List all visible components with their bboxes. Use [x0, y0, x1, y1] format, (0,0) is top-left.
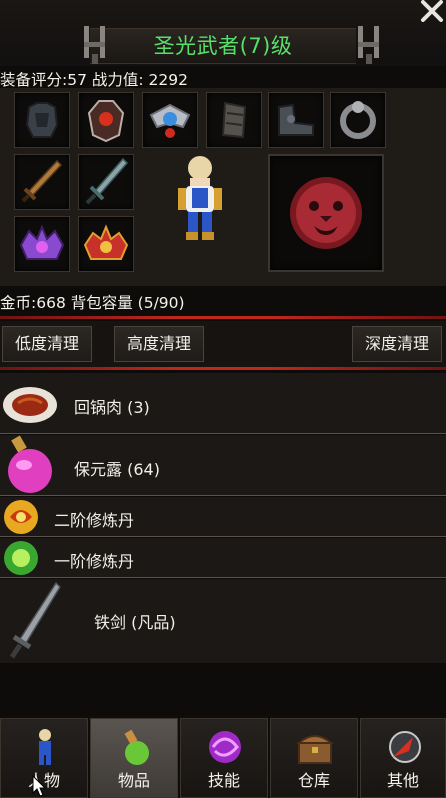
- item-name: 铁剑 (凡品): [94, 613, 176, 632]
- equip-slot-amulet[interactable]: [142, 92, 198, 148]
- tab-label: 其他: [386, 771, 419, 790]
- list-item[interactable]: 二阶修炼丹: [0, 497, 446, 537]
- red-crown-icon: [83, 224, 129, 260]
- equip-slot-helm-1[interactable]: [14, 216, 70, 272]
- list-item[interactable]: 保元露 (64): [0, 435, 446, 496]
- equip-slot-ring[interactable]: [330, 92, 386, 148]
- inventory-summary: 金币:668 背包容量 (5/90): [0, 294, 185, 312]
- list-item[interactable]: 铁剑 (凡品): [0, 579, 446, 663]
- item-name: 二阶修炼丹: [54, 511, 135, 530]
- tab-label: 技能: [207, 771, 240, 790]
- purple-crown-icon: [19, 224, 65, 260]
- ring-icon: [340, 101, 376, 139]
- equip-slot-chest[interactable]: [14, 92, 70, 148]
- steel-sword-icon: [85, 157, 129, 205]
- bronze-sword-icon: [21, 159, 63, 203]
- chest-armor-icon: [25, 102, 59, 138]
- green-pill-icon: [4, 541, 38, 575]
- boots-icon: [278, 103, 314, 136]
- tab-label: 仓库: [297, 771, 330, 790]
- divider: [0, 316, 446, 319]
- equip-slot-shoulder[interactable]: [78, 92, 134, 148]
- tab-storage[interactable]: 仓库: [270, 718, 358, 798]
- equip-slot-bracer[interactable]: [206, 92, 262, 148]
- bottom-tab-bar: 人物 物品 技能 仓库 其他: [0, 715, 446, 798]
- skill-orb-icon: [209, 731, 241, 763]
- low-clean-button[interactable]: 低度清理: [2, 326, 93, 362]
- bag-icon: [124, 729, 149, 765]
- list-item[interactable]: 回锅肉 (3): [0, 373, 446, 434]
- deep-clean-button[interactable]: 深度清理: [352, 326, 443, 362]
- clean-toolbar: 低度清理 高度清理 深度清理: [0, 321, 446, 367]
- gold-pill-icon: [4, 500, 38, 534]
- item-name: 一阶修炼丹: [54, 552, 135, 571]
- equip-slot-helm-2[interactable]: [78, 216, 134, 272]
- shoulder-armor-icon: [87, 100, 125, 143]
- window-title: 圣光武者(7)级: [153, 34, 293, 58]
- potion-flask-icon: [8, 435, 52, 493]
- equip-slot-boots[interactable]: [268, 92, 324, 148]
- equipment-panel: [0, 88, 446, 286]
- meat-plate-icon: [3, 387, 57, 423]
- equip-slot-weapon-2[interactable]: [78, 154, 134, 210]
- tab-other[interactable]: 其他: [360, 718, 446, 798]
- chest-icon: [296, 735, 334, 764]
- mouse-cursor-icon: [32, 775, 46, 797]
- close-icon[interactable]: [420, 0, 444, 22]
- character-icon: [39, 729, 51, 765]
- tab-items[interactable]: 物品: [90, 718, 178, 798]
- amulet-icon: [149, 103, 191, 138]
- character-portrait: [268, 154, 384, 272]
- high-clean-button[interactable]: 高度清理: [114, 326, 205, 362]
- title-bar: 圣光武者(7)级: [0, 0, 446, 66]
- equip-slot-weapon-1[interactable]: [14, 154, 70, 210]
- divider: [0, 367, 446, 370]
- equipment-stats: 装备评分:57 战力值: 2292: [0, 71, 188, 89]
- bracer-icon: [221, 101, 247, 139]
- lion-emblem-icon: [290, 177, 362, 249]
- hero-figure: [178, 156, 222, 240]
- item-name: 回锅肉 (3): [74, 398, 150, 417]
- tab-skills[interactable]: 技能: [180, 718, 268, 798]
- iron-sword-icon: [9, 581, 61, 659]
- tab-label: 物品: [117, 771, 150, 790]
- list-item[interactable]: 一阶修炼丹: [0, 538, 446, 578]
- compass-icon: [389, 731, 421, 763]
- item-name: 保元露 (64): [74, 460, 160, 479]
